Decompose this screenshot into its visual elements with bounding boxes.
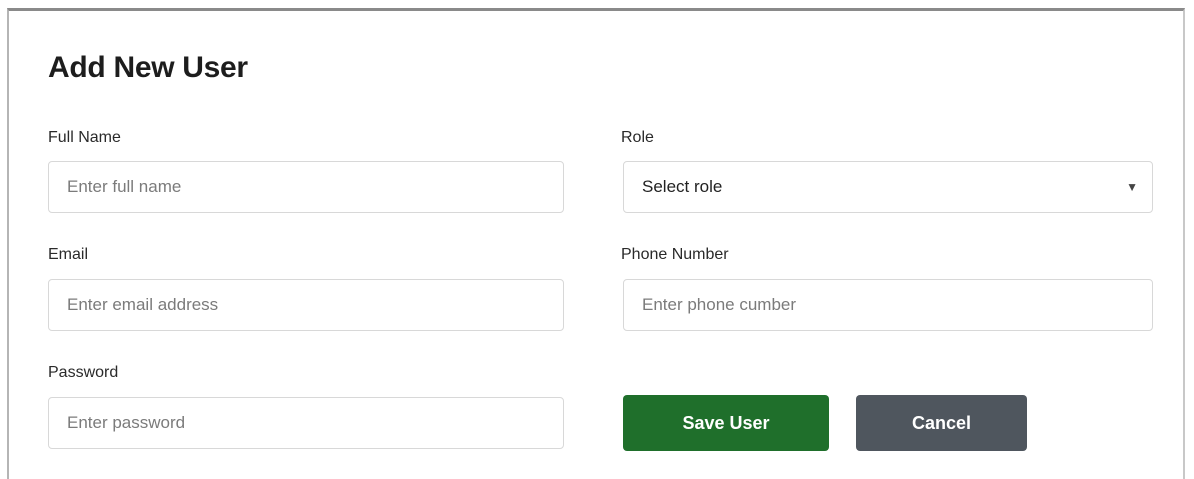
role-label: Role <box>621 129 654 146</box>
cancel-button[interactable]: Cancel <box>856 395 1027 451</box>
role-select[interactable]: Select role ▼ <box>623 161 1153 213</box>
email-label: Email <box>48 246 89 263</box>
password-input[interactable] <box>48 397 564 449</box>
password-label: Password <box>48 364 119 381</box>
full-name-label: Full Name <box>48 129 121 146</box>
phone-number-label: Phone Number <box>621 246 729 263</box>
add-user-panel: Add New User Full Name Role Select role … <box>7 8 1185 479</box>
chevron-down-icon: ▼ <box>1126 180 1138 194</box>
full-name-input[interactable] <box>48 161 564 213</box>
page-title: Add New User <box>48 51 248 84</box>
save-user-button[interactable]: Save User <box>623 395 829 451</box>
phone-number-input[interactable] <box>623 279 1153 331</box>
email-input[interactable] <box>48 279 564 331</box>
role-select-value: Select role <box>642 177 723 196</box>
